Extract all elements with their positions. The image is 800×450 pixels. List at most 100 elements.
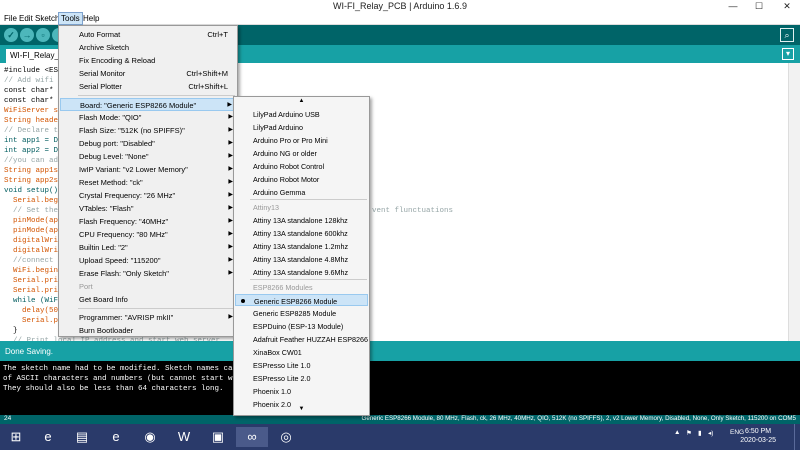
- menu-item-flash-frequency[interactable]: Flash Frequency: "40MHz" ▶: [60, 215, 236, 228]
- serial-monitor-icon[interactable]: ⌕: [780, 28, 794, 42]
- menu-item-label: Debug port: "Disabled": [79, 139, 155, 148]
- clock-time: 6:50 PM: [745, 428, 772, 435]
- verify-icon[interactable]: ✓: [4, 28, 18, 42]
- menu-item-auto-format[interactable]: Auto Format Ctrl+T: [60, 28, 236, 41]
- file-explorer-icon[interactable]: ▤: [66, 427, 98, 447]
- board-item[interactable]: Arduino Gemma: [235, 186, 368, 198]
- menu-item-board[interactable]: Board: "Generic ESP8266 Module" ▶: [60, 98, 236, 111]
- board-label: LilyPad Arduino: [253, 123, 303, 132]
- menu-item-debug-port[interactable]: Debug port: "Disabled" ▶: [60, 137, 236, 150]
- menu-item-serial-monitor[interactable]: Serial Monitor Ctrl+Shift+M: [60, 67, 236, 80]
- word-icon[interactable]: W: [168, 427, 200, 447]
- board-item[interactable]: Phoenix 1.0: [235, 385, 368, 397]
- board-item[interactable]: XinaBox CW01: [235, 346, 368, 358]
- arduino-icon[interactable]: ∞: [236, 427, 268, 447]
- menu-item-label: Fix Encoding & Reload: [79, 56, 156, 65]
- board-group-header: Attiny13: [235, 201, 368, 213]
- code-line: int app1 = D1: [4, 137, 63, 145]
- console-header: Done Saving.: [0, 341, 800, 361]
- app-icon[interactable]: ▣: [202, 427, 234, 447]
- code-line: Serial.begi: [4, 197, 63, 205]
- chrome-icon[interactable]: ◉: [134, 427, 166, 447]
- ie-second-icon[interactable]: e: [100, 427, 132, 447]
- menu-item-reset-method[interactable]: Reset Method: "ck" ▶: [60, 176, 236, 189]
- menu-item-builtin-led[interactable]: Builtin Led: "2" ▶: [60, 241, 236, 254]
- menu-item-cpu-frequency[interactable]: CPU Frequency: "80 MHz" ▶: [60, 228, 236, 241]
- menu-item-upload-speed[interactable]: Upload Speed: "115200" ▶: [60, 254, 236, 267]
- board-item[interactable]: LilyPad Arduino: [235, 121, 368, 133]
- menu-item-burn-bootloader[interactable]: Burn Bootloader: [60, 324, 236, 337]
- menu-help[interactable]: Help: [81, 13, 101, 24]
- board-item[interactable]: LilyPad Arduino USB: [235, 108, 368, 120]
- tray-expand-icon[interactable]: ▲: [674, 429, 680, 436]
- menu-item-label: CPU Frequency: "80 MHz": [79, 230, 168, 239]
- board-item[interactable]: Arduino Robot Motor: [235, 173, 368, 185]
- clock[interactable]: 6:50 PM 2020-03-25: [740, 427, 776, 445]
- scroll-up-icon[interactable]: ▲: [234, 98, 369, 107]
- menu-item-crystal-frequency[interactable]: Crystal Frequency: "26 MHz" ▶: [60, 189, 236, 202]
- menu-item-vtables[interactable]: VTables: "Flash" ▶: [60, 202, 236, 215]
- board-item[interactable]: Attiny 13A standalone 128khz: [235, 214, 368, 226]
- upload-icon[interactable]: →: [20, 28, 34, 42]
- board-item[interactable]: Attiny 13A standalone 9.6Mhz: [235, 266, 368, 278]
- board-label: XinaBox CW01: [253, 348, 302, 357]
- board-label: ESPresso Lite 2.0: [253, 374, 311, 383]
- maximize-button[interactable]: ☐: [748, 0, 770, 12]
- code-line: int app2 = D2: [4, 147, 63, 155]
- menu-item-label: IwIP Variant: "v2 Lower Memory": [79, 165, 188, 174]
- ie-icon[interactable]: e: [32, 427, 64, 447]
- start-icon[interactable]: ⊞: [2, 427, 30, 447]
- board-item[interactable]: Adafruit Feather HUZZAH ESP8266: [235, 333, 368, 345]
- board-item[interactable]: Attiny 13A standalone 600khz: [235, 227, 368, 239]
- menu-item-fix-encoding[interactable]: Fix Encoding & Reload: [60, 54, 236, 67]
- show-desktop-button[interactable]: [794, 424, 800, 450]
- board-label: ESPresso Lite 1.0: [253, 361, 311, 370]
- clock-date: 2020-03-25: [740, 437, 776, 444]
- title-bar: WI-FI_Relay_PCB | Arduino 1.6.9 — ☐ ✕: [0, 0, 800, 12]
- menu-item-programmer[interactable]: Programmer: "AVRISP mkII" ▶: [60, 311, 236, 324]
- board-label: Arduino NG or older: [253, 149, 317, 158]
- code-line: digitalWrit: [4, 247, 63, 255]
- menu-item-label: VTables: "Flash": [79, 204, 134, 213]
- menu-item-debug-level[interactable]: Debug Level: "None" ▶: [60, 150, 236, 163]
- menu-item-serial-plotter[interactable]: Serial Plotter Ctrl+Shift+L: [60, 80, 236, 93]
- code-line: const char* s: [4, 87, 63, 95]
- menu-item-label: Flash Size: "512K (no SPIFFS)": [79, 126, 185, 135]
- new-sketch-icon[interactable]: ▫: [36, 28, 50, 42]
- board-item[interactable]: Arduino NG or older: [235, 147, 368, 159]
- menu-item-flash-size[interactable]: Flash Size: "512K (no SPIFFS)" ▶: [60, 124, 236, 137]
- volume-icon[interactable]: ◂): [708, 429, 713, 437]
- board-item[interactable]: Arduino Pro or Pro Mini: [235, 134, 368, 146]
- flag-icon[interactable]: ⚑: [686, 429, 692, 437]
- scroll-down-icon[interactable]: ▼: [234, 406, 369, 415]
- board-item[interactable]: ESPresso Lite 2.0: [235, 372, 368, 384]
- menu-tools[interactable]: Tools: [58, 12, 83, 25]
- board-label: Adafruit Feather HUZZAH ESP8266: [253, 335, 369, 344]
- tab-sketch[interactable]: WI-FI_Relay_P: [6, 49, 66, 63]
- board-item[interactable]: Arduino Robot Control: [235, 160, 368, 172]
- menu-separator: [250, 199, 367, 200]
- menu-item-archive-sketch[interactable]: Archive Sketch: [60, 41, 236, 54]
- board-item-selected[interactable]: Generic ESP8266 Module: [235, 294, 368, 306]
- board-item[interactable]: Attiny 13A standalone 1.2mhz: [235, 240, 368, 252]
- menu-item-erase-flash[interactable]: Erase Flash: "Only Sketch" ▶: [60, 267, 236, 280]
- code-line: while (WiFi: [4, 297, 63, 305]
- app2-icon[interactable]: ◎: [270, 427, 302, 447]
- board-item[interactable]: ESPDuino (ESP-13 Module): [235, 320, 368, 332]
- menu-item-lwip-variant[interactable]: IwIP Variant: "v2 Lower Memory" ▶: [60, 163, 236, 176]
- board-item[interactable]: Generic ESP8285 Module: [235, 307, 368, 319]
- board-item[interactable]: ESPresso Lite 1.0: [235, 359, 368, 371]
- tab-menu-icon[interactable]: ▾: [782, 48, 794, 60]
- minimize-button[interactable]: —: [722, 0, 744, 12]
- battery-icon[interactable]: ▮: [698, 429, 702, 437]
- board-item[interactable]: Attiny 13A standalone 4.8Mhz: [235, 253, 368, 265]
- console-line: They should also be less than 64 charact…: [3, 385, 224, 393]
- menu-item-flash-mode[interactable]: Flash Mode: "QIO" ▶: [60, 111, 236, 124]
- board-label: Generic ESP8285 Module: [253, 309, 337, 318]
- menu-item-get-board-info[interactable]: Get Board Info: [60, 293, 236, 306]
- editor-scrollbar[interactable]: [788, 63, 800, 341]
- shortcut: Ctrl+Shift+M: [186, 69, 228, 78]
- board-label: ESPDuino (ESP-13 Module): [253, 322, 344, 331]
- code-comment-fragment: vent flunctuations: [372, 207, 454, 215]
- close-button[interactable]: ✕: [776, 0, 798, 12]
